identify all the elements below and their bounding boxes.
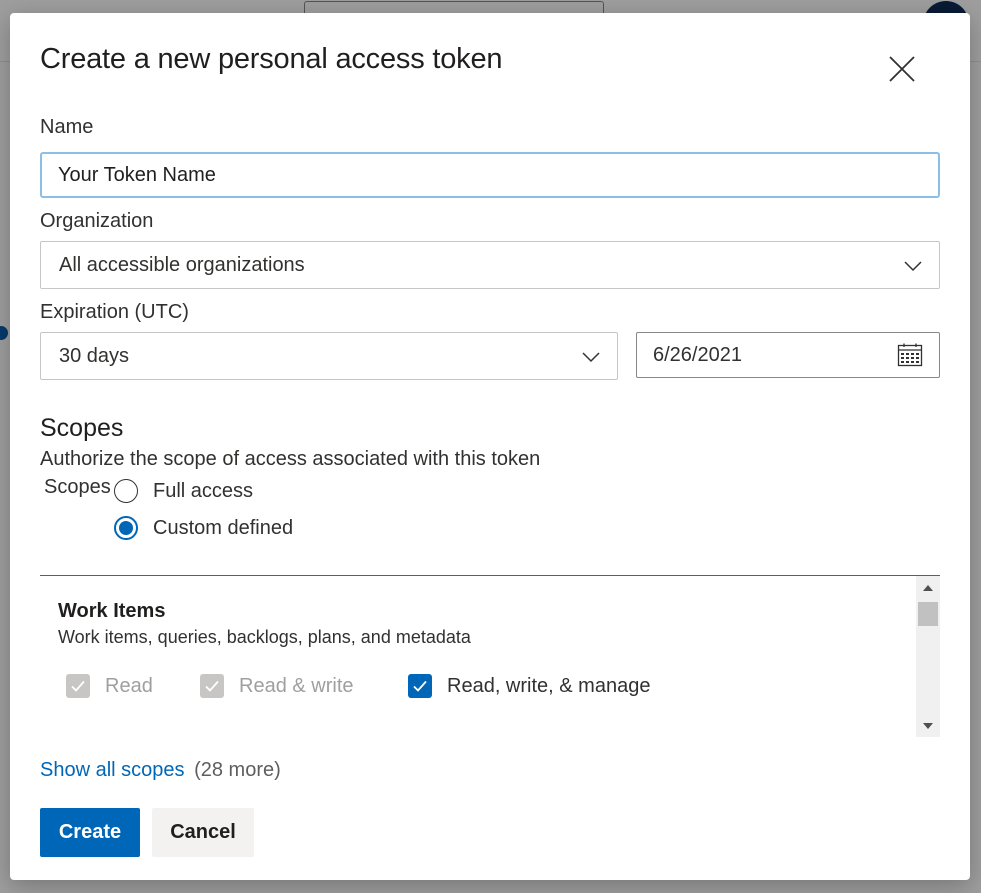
checkbox-label: Read & write [239,674,354,697]
radio-label: Full access [153,479,254,502]
scroll-thumb[interactable] [918,602,938,626]
scroll-up-button[interactable] [916,578,940,598]
calendar-icon[interactable] [897,343,923,367]
close-button[interactable] [882,49,922,89]
scroll-down-button[interactable] [916,716,940,736]
scrollbar[interactable] [916,576,940,737]
scope-list: Work Items Work items, queries, backlogs… [40,575,940,737]
scope-name: Work Items [58,600,166,622]
create-button[interactable]: Create [40,808,140,857]
expiration-select[interactable]: 30 days [40,332,618,380]
expiration-date-value: 6/26/2021 [653,343,742,366]
checkbox[interactable] [408,674,432,698]
more-scopes-count: (28 more) [194,759,281,781]
checkbox[interactable] [66,674,90,698]
cancel-button[interactable]: Cancel [152,808,254,857]
checkmark-icon [205,680,219,692]
radio-button[interactable] [114,479,138,503]
expiration-label: Expiration (UTC) [40,301,189,323]
expiration-value: 30 days [59,344,130,367]
organization-select[interactable]: All accessible organizations [40,241,940,289]
organization-value: All accessible organizations [59,253,305,276]
show-all-scopes-link[interactable]: Show all scopes [40,759,185,781]
scopes-heading: Scopes [40,414,124,442]
permission-read-write-manage[interactable]: Read, write, & manage [408,674,650,698]
scopes-group-label: Scopes [44,476,111,498]
checkbox[interactable] [200,674,224,698]
create-token-dialog: Create a new personal access token Name … [10,13,970,880]
show-all-scopes: Show all scopes (28 more) [40,759,281,782]
checkmark-icon [413,680,427,692]
expiration-date-picker[interactable]: 6/26/2021 [636,332,940,378]
organization-label: Organization [40,210,154,232]
scroll-up-arrow-icon [923,585,933,591]
name-label: Name [40,116,94,138]
dialog-title: Create a new personal access token [40,43,503,75]
permission-read[interactable]: Read [66,674,153,698]
checkbox-label: Read [105,674,153,697]
chevron-down-icon [904,261,922,272]
checkmark-icon [71,680,85,692]
chevron-down-icon [582,352,600,363]
radio-button[interactable] [114,516,138,540]
scope-description: Work items, queries, backlogs, plans, an… [58,627,471,647]
permission-read-write[interactable]: Read & write [200,674,354,698]
radio-full-access[interactable]: Full access [114,479,253,503]
radio-custom-defined[interactable]: Custom defined [114,516,293,540]
scopes-description: Authorize the scope of access associated… [40,448,541,470]
radio-label: Custom defined [153,516,294,539]
scroll-down-arrow-icon [923,723,933,729]
name-input[interactable] [40,152,940,198]
checkbox-label: Read, write, & manage [447,674,651,697]
close-icon [889,56,915,82]
